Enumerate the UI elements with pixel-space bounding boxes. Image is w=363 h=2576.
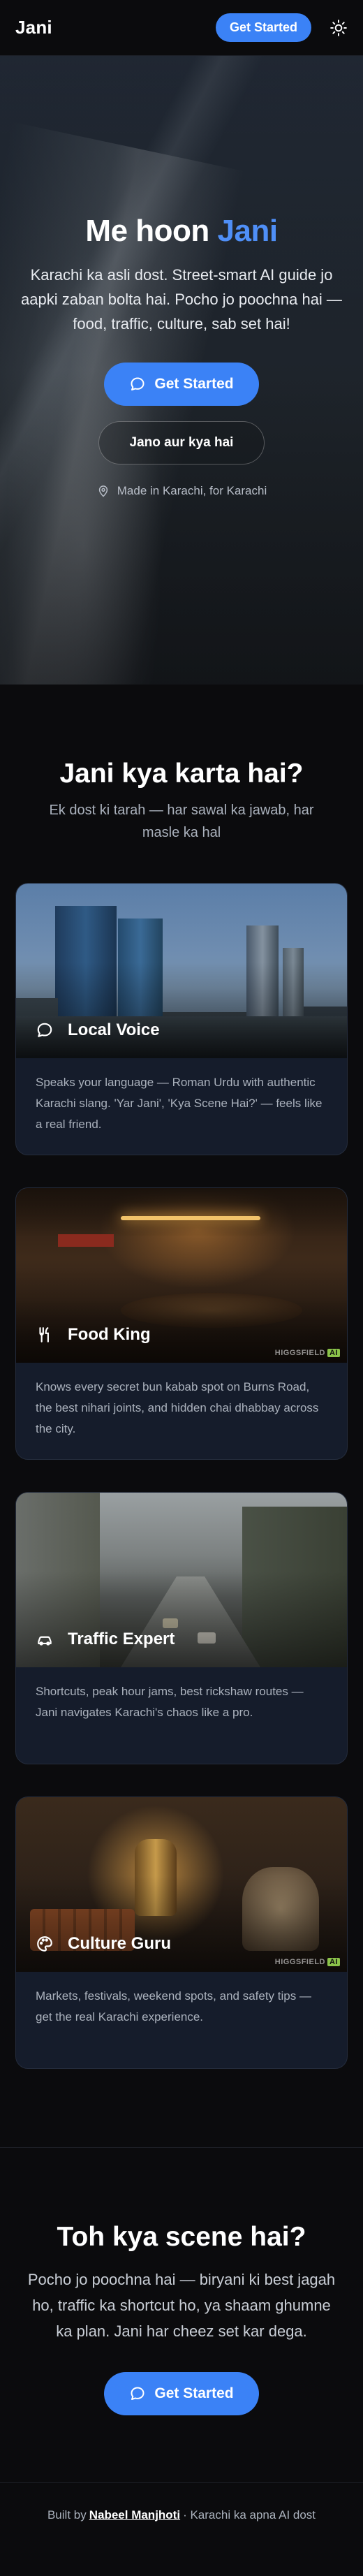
footer-suffix: · Karachi ka apna AI dost bbox=[183, 2508, 316, 2522]
cta-get-started-button[interactable]: Get Started bbox=[104, 2372, 259, 2415]
features-title: Jani kya karta hai? bbox=[59, 759, 304, 789]
hero-title-prefix: Me hoon bbox=[85, 214, 209, 248]
card-title: Food King bbox=[68, 1325, 151, 1344]
card-description: Speaks your language — Roman Urdu with a… bbox=[36, 1076, 323, 1131]
card-label: Local Voice bbox=[36, 1020, 160, 1040]
footer-prefix: Built by bbox=[47, 2508, 87, 2522]
feature-card-local-voice[interactable]: Local Voice Speaks your language — Roman… bbox=[15, 883, 348, 1155]
palette-icon bbox=[37, 1936, 52, 1952]
cta-button-label: Get Started bbox=[154, 2385, 234, 2401]
author-link[interactable]: Nabeel Manjhoti bbox=[89, 2508, 180, 2522]
card-description: Markets, festivals, weekend spots, and s… bbox=[36, 1989, 311, 2024]
card-description: Knows every secret bun kabab spot on Bur… bbox=[36, 1380, 319, 1435]
hero-actions: Get Started Jano aur kya hai bbox=[17, 363, 346, 464]
header-get-started-button[interactable]: Get Started bbox=[215, 13, 311, 42]
cta-section: Toh kya scene hai? Pocho jo poochna hai … bbox=[0, 2147, 363, 2482]
features-section: Jani kya karta hai? Ek dost ki tarah — h… bbox=[0, 685, 363, 2097]
feature-cards: Local Voice Speaks your language — Roman… bbox=[15, 883, 348, 2069]
card-label: Traffic Expert bbox=[36, 1630, 175, 1649]
hero-title: Me hoon Jani bbox=[17, 214, 346, 249]
card-description: Shortcuts, peak hour jams, best rickshaw… bbox=[36, 1685, 304, 1719]
sun-icon bbox=[330, 19, 347, 36]
hero-note: Made in Karachi, for Karachi bbox=[96, 484, 267, 498]
learn-more-button[interactable]: Jano aur kya hai bbox=[98, 421, 265, 464]
cta-title: Toh kya scene hai? bbox=[57, 2222, 306, 2252]
hero-get-started-label: Get Started bbox=[154, 376, 234, 392]
hero-section: Me hoon Jani Karachi ka asli dost. Stree… bbox=[0, 56, 363, 685]
card-title: Traffic Expert bbox=[68, 1630, 175, 1648]
feature-card-traffic-expert[interactable]: Traffic Expert Shortcuts, peak hour jams… bbox=[15, 1492, 348, 1764]
cta-subtitle: Pocho jo poochna hai — biryani ki best j… bbox=[27, 2271, 336, 2340]
card-label: Food King bbox=[36, 1325, 151, 1345]
card-title: Local Voice bbox=[68, 1020, 160, 1039]
brand-logo[interactable]: Jani bbox=[15, 17, 52, 38]
watermark: HIGGSFIELD AI bbox=[275, 1349, 340, 1357]
top-bar-actions: Get Started bbox=[215, 13, 348, 42]
watermark: HIGGSFIELD AI bbox=[275, 1958, 340, 1966]
card-label: Culture Guru bbox=[36, 1934, 171, 1954]
fork-knife-icon bbox=[39, 1327, 49, 1342]
hero-subtitle: Karachi ka asli dost. Street-smart AI gu… bbox=[21, 266, 342, 332]
hero-note-text: Made in Karachi, for Karachi bbox=[117, 484, 267, 497]
hero-content: Me hoon Jani Karachi ka asli dost. Stree… bbox=[0, 56, 363, 502]
feature-card-culture-guru[interactable]: HIGGSFIELD AI Culture Guru Markets, festi… bbox=[15, 1796, 348, 2069]
features-subtitle: Ek dost ki tarah — har sawal ka jawab, h… bbox=[49, 803, 314, 840]
hero-title-accent: Jani bbox=[217, 214, 279, 248]
card-title: Culture Guru bbox=[68, 1934, 171, 1953]
top-bar: Jani Get Started bbox=[0, 0, 363, 56]
car-icon bbox=[38, 1636, 52, 1646]
chat-bubble-icon bbox=[131, 2387, 145, 2400]
feature-card-food-king[interactable]: HIGGSFIELD AI Food King Knows every secre… bbox=[15, 1187, 348, 1460]
location-pin-icon bbox=[98, 485, 108, 497]
chat-bubble-icon bbox=[131, 377, 145, 390]
hero-get-started-button[interactable]: Get Started bbox=[104, 363, 259, 406]
theme-toggle-button[interactable] bbox=[329, 19, 348, 37]
chat-bubble-icon bbox=[37, 1023, 52, 1037]
footer: Built by Nabeel Manjhoti · Karachi ka ap… bbox=[0, 2482, 363, 2547]
